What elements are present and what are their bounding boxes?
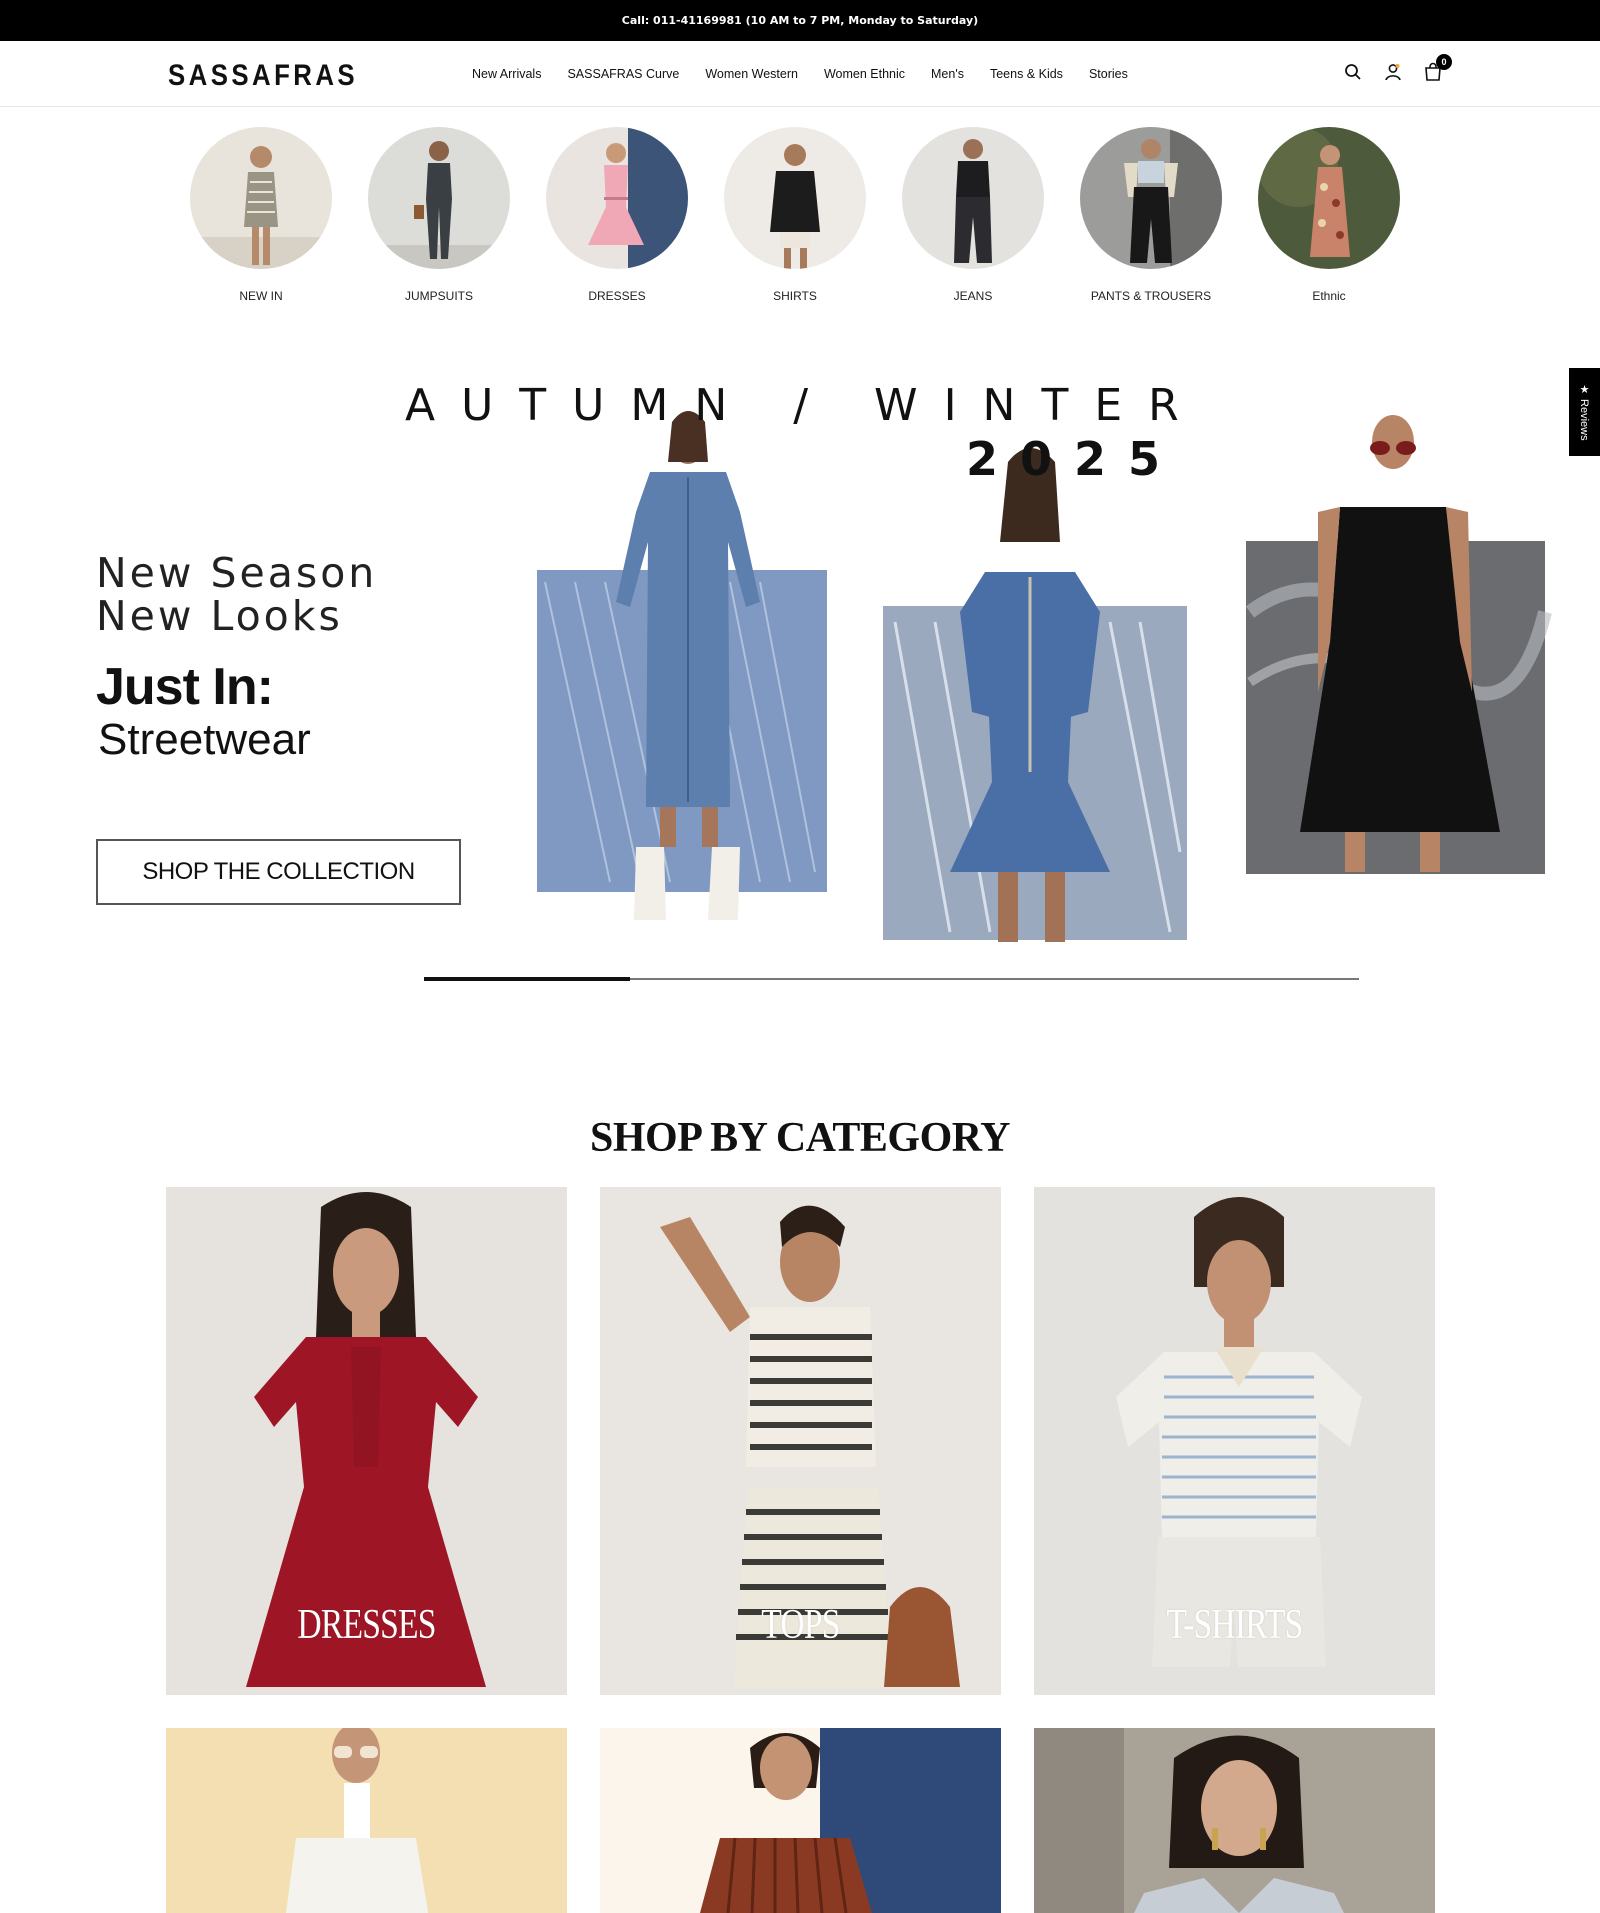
search-icon[interactable] <box>1342 61 1364 83</box>
category-dresses[interactable]: DRESSES <box>546 127 688 303</box>
reviews-tab[interactable]: ★ Reviews <box>1569 368 1600 456</box>
category-label: DRESSES <box>588 289 646 303</box>
category-label: Ethnic <box>1312 289 1346 303</box>
category-label: PANTS & TROUSERS <box>1090 289 1212 303</box>
logo[interactable]: SASSAFRAS <box>168 59 358 93</box>
category-card-label: T-SHIRTS <box>1166 1602 1304 1648</box>
hero-line-2: New Looks <box>96 592 343 640</box>
category-card-label: TOPS <box>761 1602 840 1648</box>
category-image[interactable] <box>368 127 510 269</box>
category-card[interactable] <box>166 1728 567 1913</box>
section-title: SHOP BY CATEGORY <box>590 1115 1010 1161</box>
nav-teens-kids[interactable]: Teens & Kids <box>990 67 1063 81</box>
header-icons: 0 <box>1342 54 1452 83</box>
nav-new-arrivals[interactable]: New Arrivals <box>472 67 541 81</box>
hero-tagline: New Season New Looks <box>96 552 377 638</box>
category-label: NEW IN <box>239 289 283 303</box>
category-pants-trousers[interactable]: PANTS & TROUSERS <box>1080 127 1222 303</box>
cart-count-badge: 0 <box>1436 54 1452 70</box>
category-card-dresses[interactable]: DRESSES <box>166 1187 567 1695</box>
category-image[interactable] <box>902 127 1044 269</box>
category-image[interactable] <box>546 127 688 269</box>
category-card[interactable] <box>600 1728 1001 1913</box>
nav-mens[interactable]: Men's <box>931 67 964 81</box>
category-image[interactable] <box>724 127 866 269</box>
category-card[interactable] <box>1034 1728 1435 1913</box>
account-icon[interactable] <box>1382 61 1404 83</box>
category-card-image <box>166 1728 567 1913</box>
site-header: SASSAFRAS New Arrivals SASSAFRAS Curve W… <box>0 41 1600 107</box>
slider-progress-fill <box>424 977 630 981</box>
category-jumpsuits[interactable]: JUMPSUITS <box>368 127 510 303</box>
category-jeans[interactable]: JEANS <box>902 127 1044 303</box>
nav-women-western[interactable]: Women Western <box>705 67 798 81</box>
category-label: JEANS <box>953 289 993 303</box>
nav-sassafras-curve[interactable]: SASSAFRAS Curve <box>567 67 679 81</box>
slider-progress[interactable] <box>424 977 1359 981</box>
category-card-tshirts[interactable]: T-SHIRTS <box>1034 1187 1435 1695</box>
announcement-text: Call: 011-41169981 (10 AM to 7 PM, Monda… <box>621 14 979 27</box>
category-card-image <box>1034 1728 1435 1913</box>
nav-women-ethnic[interactable]: Women Ethnic <box>824 67 905 81</box>
hero-just-in: Just In: <box>96 658 274 716</box>
category-new-in[interactable]: NEW IN <box>190 127 332 303</box>
category-card-image <box>600 1728 1001 1913</box>
category-shirts[interactable]: SHIRTS <box>724 127 866 303</box>
hero-banner[interactable]: AUTUMN / WINTER 2025 New Season New Look… <box>0 352 1600 992</box>
hero-title: AUTUMN / WINTER <box>405 380 1205 431</box>
category-image[interactable] <box>1080 127 1222 269</box>
category-card-label: DRESSES <box>297 1602 436 1648</box>
category-label: JUMPSUITS <box>404 289 473 303</box>
hero-line-1: New Season <box>96 549 378 597</box>
category-circles: NEW IN JUMPSUITS DRESSES SHIRTS JEANS PA… <box>190 127 1400 303</box>
category-card-tops[interactable]: TOPS <box>600 1187 1001 1695</box>
category-ethnic[interactable]: Ethnic <box>1258 127 1400 303</box>
cart-icon[interactable]: 0 <box>1422 54 1452 83</box>
announcement-bar: Call: 011-41169981 (10 AM to 7 PM, Monda… <box>0 0 1600 41</box>
category-image[interactable] <box>1258 127 1400 269</box>
category-label: SHIRTS <box>773 289 817 303</box>
category-image[interactable] <box>190 127 332 269</box>
hero-year: 2025 <box>966 432 1183 486</box>
main-nav: New Arrivals SASSAFRAS Curve Women Weste… <box>472 41 1154 107</box>
shop-collection-button[interactable]: SHOP THE COLLECTION <box>96 839 461 905</box>
hero-subtitle: Streetwear <box>98 715 311 764</box>
nav-stories[interactable]: Stories <box>1089 67 1128 81</box>
